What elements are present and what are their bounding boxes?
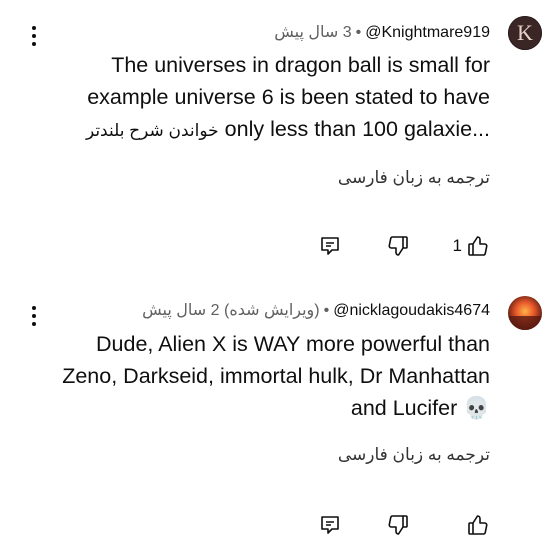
reply-button[interactable] <box>318 231 342 261</box>
comment-actions: 1 <box>310 231 490 261</box>
comment-text: Dude, Alien X is WAY more powerful than … <box>62 328 490 424</box>
timestamp: 2 سال پیش <box>142 302 220 319</box>
thumbs-up-icon <box>468 515 488 535</box>
timestamp: 3 سال پیش <box>274 24 352 41</box>
comment-line-last: خواندن شرح بلندتر only less than 100 gal… <box>85 117 490 141</box>
edited-label: (ویرایش شده) <box>224 302 320 319</box>
comment-line: example universe 6 is been stated to hav… <box>87 85 490 109</box>
comment-line: Dude, Alien X is WAY more powerful than <box>96 332 490 356</box>
more-options-icon[interactable] <box>26 304 42 328</box>
comment-meta: 3 سال پیش • @Knightmare919 <box>274 24 490 41</box>
dislike-button[interactable] <box>386 510 410 540</box>
reply-icon <box>321 237 339 255</box>
translate-link[interactable]: ترجمه به زبان فارسی <box>338 445 490 465</box>
comment-thread: (ویرایش شده) 2 سال پیش • @nicklagoudakis46… <box>0 278 560 560</box>
comment-text: The universes in dragon ball is small fo… <box>86 49 490 147</box>
thumbs-down-icon <box>388 236 408 256</box>
comment-thread: K 3 سال پیش • @Knightmare919 The universes… <box>0 0 560 278</box>
translate-link[interactable]: ترجمه به زبان فارسی <box>338 168 490 188</box>
avatar[interactable] <box>508 296 542 330</box>
like-count: 1 <box>452 236 462 255</box>
comment-line: and Lucifer 💀 <box>350 396 490 420</box>
like-button[interactable]: 1 <box>453 231 490 261</box>
avatar-image: K <box>508 16 542 50</box>
thumbs-down-icon <box>388 515 408 535</box>
like-button[interactable] <box>466 510 490 540</box>
more-options-icon[interactable] <box>26 24 42 48</box>
dislike-button[interactable] <box>386 231 410 261</box>
avatar-image <box>508 296 542 330</box>
comment-line: The universes in dragon ball is small fo… <box>111 53 490 77</box>
reply-icon <box>321 516 339 534</box>
read-more-link[interactable]: خواندن شرح بلندتر <box>86 121 219 140</box>
comment-line: Zeno, Darkseid, immortal hulk, Dr Manhat… <box>62 364 490 388</box>
svg-text:K: K <box>517 20 533 45</box>
avatar[interactable]: K <box>508 16 542 50</box>
author-handle[interactable]: @nicklagoudakis4674 <box>333 302 490 319</box>
author-handle[interactable]: @Knightmare919 <box>365 24 490 41</box>
comment-meta: (ویرایش شده) 2 سال پیش • @nicklagoudakis46… <box>142 302 490 319</box>
reply-button[interactable] <box>318 510 342 540</box>
thumbs-up-icon <box>468 236 488 256</box>
comment-actions <box>310 510 490 540</box>
